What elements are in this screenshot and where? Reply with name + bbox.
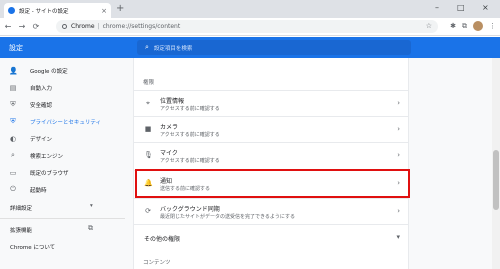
sidebar-advanced[interactable]: 詳細設定 (10, 204, 32, 212)
sidebar: 👤 Google の設定 ▤ 自動入力 ⛨ 安全確認 ⛨ プライバシーとセキュリ… (0, 58, 125, 269)
back-button[interactable]: ← (2, 22, 14, 31)
address-bar[interactable]: Chrome | chrome://settings/content ☆ (56, 20, 438, 33)
row-subtitle: 最近閉じたサイトがデータの送受信を完了できるようにする (160, 214, 295, 220)
forward-button[interactable]: → (16, 22, 28, 31)
extensions-icon[interactable]: ✱ (450, 22, 456, 30)
minimize-button[interactable]: – (435, 3, 439, 13)
location-icon: ⌖ (146, 99, 150, 107)
sidebar-about-chrome[interactable]: Chrome について (10, 243, 55, 251)
avatar[interactable] (473, 21, 483, 31)
chevron-down-icon[interactable]: ▾ (90, 203, 93, 209)
row-subtitle: アクセスする前に確認する (160, 132, 220, 138)
chevron-right-icon: › (397, 125, 400, 133)
sidebar-item-label: プライバシーとセキュリティ (30, 119, 102, 126)
sidebar-item-label: 自動入力 (30, 85, 53, 92)
sidebar-item-label: デザイン (30, 136, 53, 143)
shield-icon: ⛨ (10, 100, 16, 108)
permission-row-background-sync[interactable]: ⟳ バックグラウンド同期 最近閉じたサイトがデータの送受信を完了できるようにする… (134, 198, 408, 224)
page-title: 設定 (9, 44, 23, 52)
settings-search-input[interactable]: ⌕ 設定項目を検索 (137, 40, 411, 55)
row-subtitle: アクセスする前に確認する (160, 106, 220, 112)
reload-button[interactable]: ⟳ (30, 22, 42, 31)
tab-title: 設定 - サイトの設定 (19, 8, 69, 15)
permissions-label: 権限 (143, 80, 155, 86)
sidebar-item-label: 起動時 (30, 187, 47, 194)
tab-settings[interactable]: 設定 - サイトの設定 × (4, 3, 111, 18)
highlight-box (135, 169, 410, 198)
person-icon: 👤 (9, 66, 18, 75)
microphone-icon: 🎙 (144, 151, 153, 159)
close-window-button[interactable]: × (482, 3, 489, 13)
sidebar-item-label: 既定のブラウザ (30, 170, 69, 177)
maximize-button[interactable]: □ (457, 3, 465, 13)
sidebar-item-on-startup[interactable]: ⏻ 起動時 (0, 181, 125, 198)
sidebar-item-appearance[interactable]: ◐ デザイン (0, 130, 125, 147)
chevron-right-icon: › (397, 99, 400, 107)
other-permissions-row[interactable]: その他の権限 ▾ (134, 224, 408, 250)
search-placeholder: 設定項目を検索 (153, 45, 193, 52)
menu-icon[interactable]: ⋮ (489, 22, 496, 30)
sidebar-item-label: 安全確認 (30, 102, 53, 109)
row-title: マイク (160, 150, 178, 157)
permission-row-camera[interactable]: ■ カメラ アクセスする前に確認する › (134, 116, 408, 142)
shield-icon: ⛨ (10, 117, 16, 125)
gear-icon (8, 7, 15, 14)
sidebar-item-label: Google の設定 (30, 68, 68, 75)
row-title: バックグラウンド同期 (160, 206, 220, 213)
sidebar-extensions[interactable]: 拡張機能 (10, 226, 32, 234)
new-tab-button[interactable]: + (116, 4, 124, 14)
scrollbar-thumb[interactable] (493, 150, 499, 210)
sidebar-item-default-browser[interactable]: ▭ 既定のブラウザ (0, 164, 125, 181)
power-icon: ⏻ (10, 185, 16, 193)
autofill-icon: ▤ (9, 83, 17, 92)
close-tab-icon[interactable]: × (101, 7, 107, 15)
settings-header: 設定 ⌕ 設定項目を検索 (0, 37, 500, 58)
sidebar-item-privacy[interactable]: ⛨ プライバシーとセキュリティ (0, 113, 125, 130)
chevron-right-icon: › (397, 151, 400, 159)
row-title: 位置情報 (160, 98, 185, 105)
chevron-right-icon: › (397, 207, 400, 215)
tab-strip: 設定 - サイトの設定 × + – □ × (0, 0, 500, 18)
sidebar-divider (0, 218, 125, 219)
camera-icon: ■ (144, 125, 152, 133)
site-info-icon[interactable] (62, 24, 67, 29)
sync-icon: ⟳ (145, 207, 151, 215)
address-site: Chrome (71, 23, 95, 30)
sidebar-item-google[interactable]: 👤 Google の設定 (0, 62, 125, 79)
sidebar-item-autofill[interactable]: ▤ 自動入力 (0, 79, 125, 96)
sidebar-item-label: 検索エンジン (30, 153, 64, 160)
external-link-icon[interactable]: ⧉ (88, 224, 93, 233)
row-subtitle: アクセスする前に確認する (160, 158, 220, 164)
search-icon: ⌕ (11, 151, 15, 159)
permission-row-location[interactable]: ⌖ 位置情報 アクセスする前に確認する › (134, 90, 408, 116)
content-label: コンテンツ (143, 260, 171, 266)
permission-row-microphone[interactable]: 🎙 マイク アクセスする前に確認する › (134, 142, 408, 168)
toolbar: ← → ⟳ Chrome | chrome://settings/content… (0, 18, 500, 36)
address-separator: | (97, 23, 100, 30)
palette-icon: ◐ (9, 134, 17, 143)
row-title: カメラ (160, 124, 179, 131)
bookmark-star-icon[interactable]: ☆ (426, 22, 432, 30)
sidebar-item-search-engine[interactable]: ⌕ 検索エンジン (0, 147, 125, 164)
chevron-down-icon: ▾ (396, 233, 400, 241)
sidebar-item-safety-check[interactable]: ⛨ 安全確認 (0, 96, 125, 113)
search-icon: ⌕ (145, 43, 149, 51)
browser-icon: ▭ (9, 168, 17, 177)
row-title: その他の権限 (144, 236, 181, 243)
puzzle-icon[interactable]: ⧉ (462, 22, 467, 31)
address-url[interactable]: chrome://settings/content (103, 23, 181, 30)
